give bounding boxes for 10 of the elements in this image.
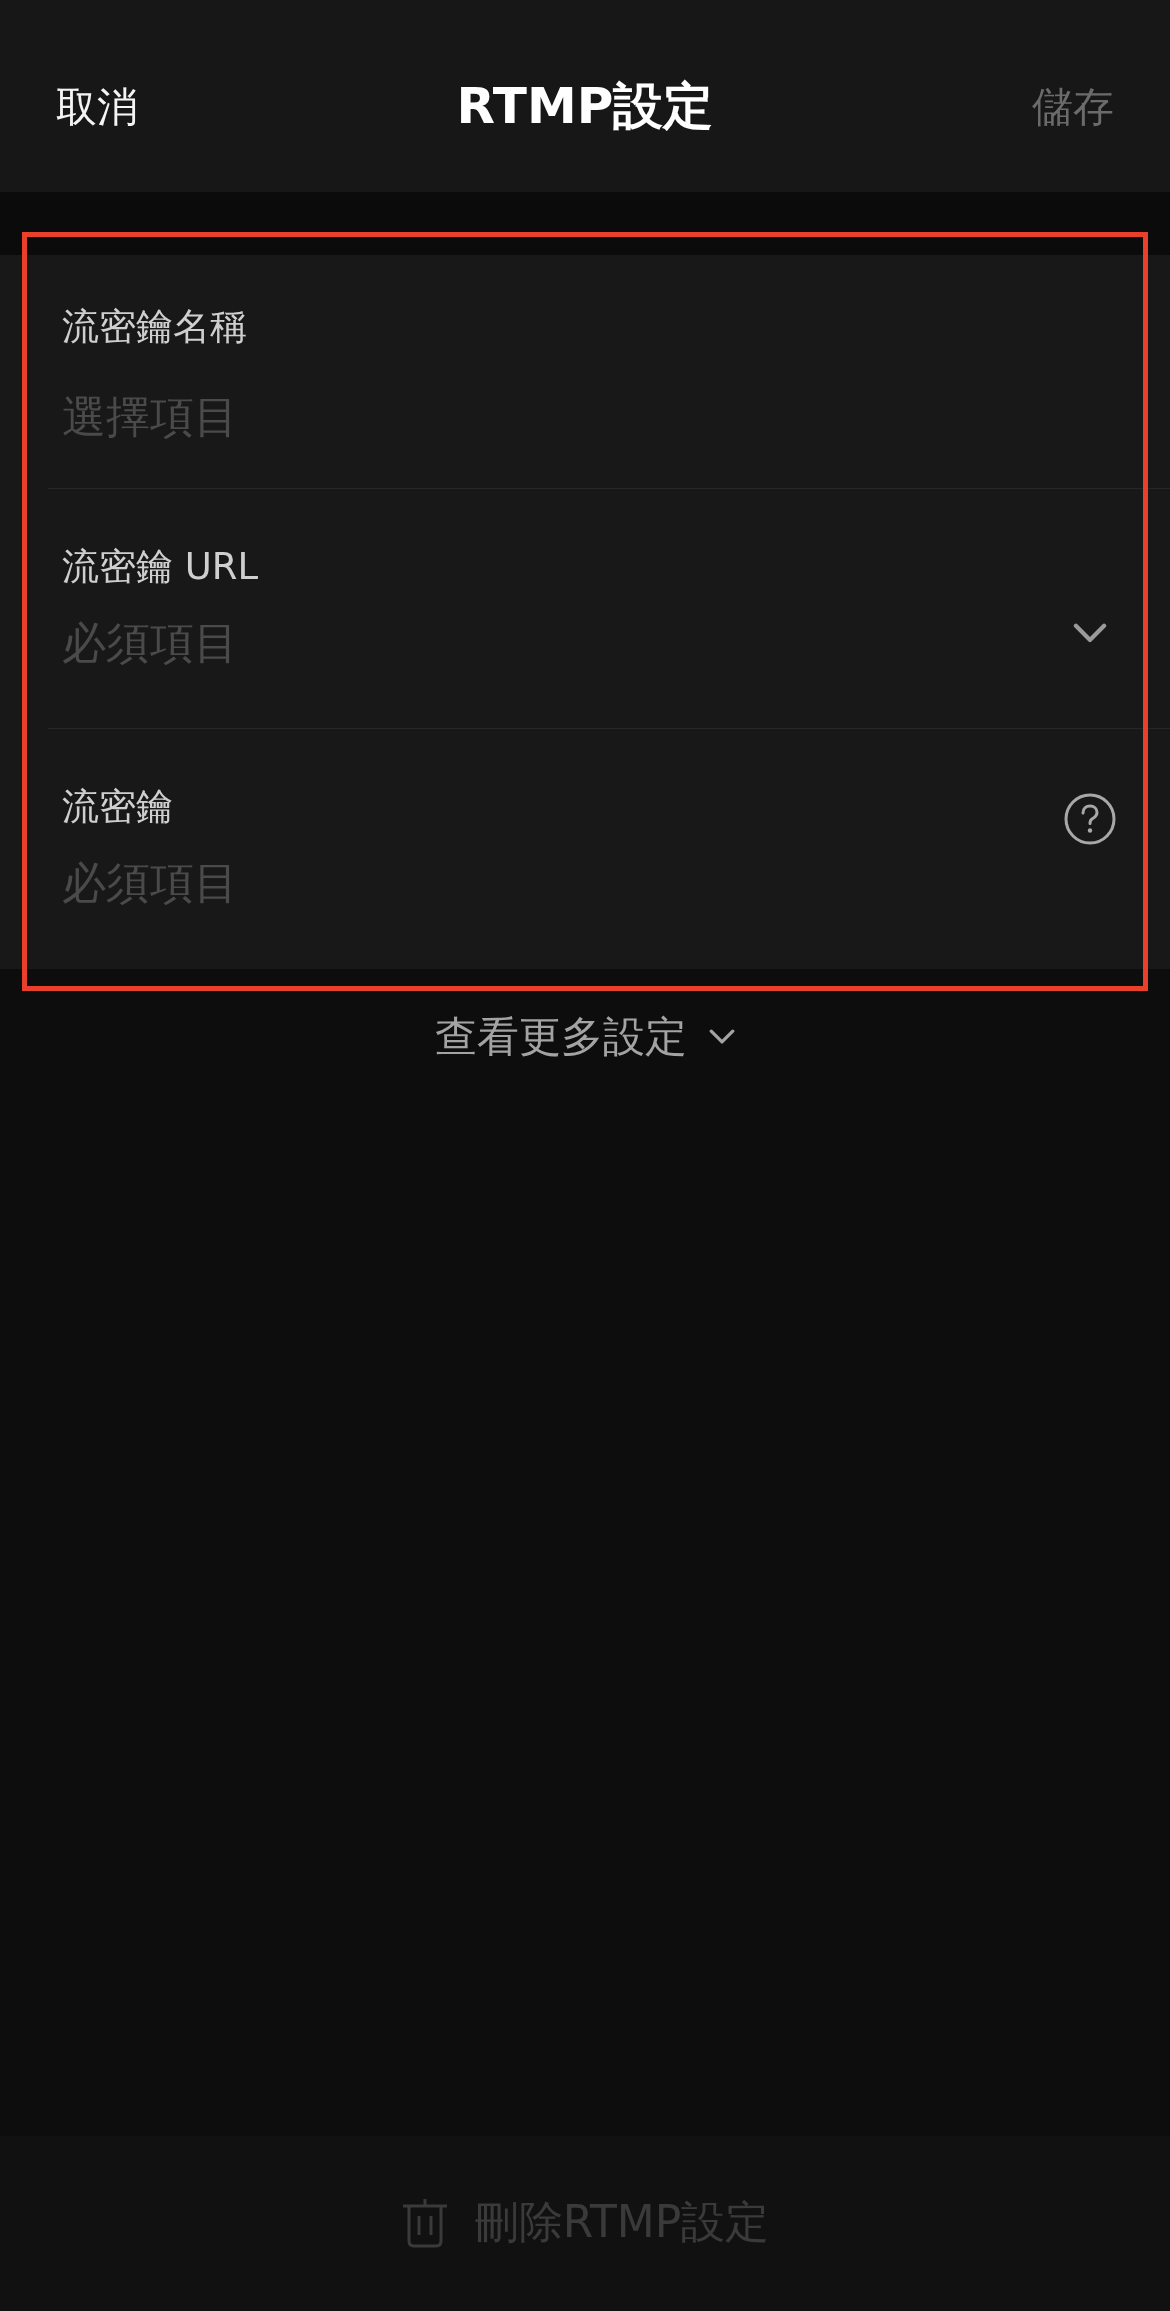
help-icon[interactable]	[1064, 793, 1116, 845]
trash-icon	[400, 2197, 449, 2248]
field-label: 流密鑰	[62, 784, 174, 830]
field-label: 流密鑰名稱	[62, 304, 248, 350]
chevron-down-icon	[709, 1029, 735, 1045]
more-settings-button[interactable]: 查看更多設定	[435, 1009, 735, 1065]
field-label: 流密鑰 URL	[62, 544, 260, 590]
cancel-button[interactable]: 取消	[56, 79, 138, 135]
chevron-down-icon	[1073, 623, 1107, 643]
page-title: RTMP設定	[456, 76, 714, 138]
